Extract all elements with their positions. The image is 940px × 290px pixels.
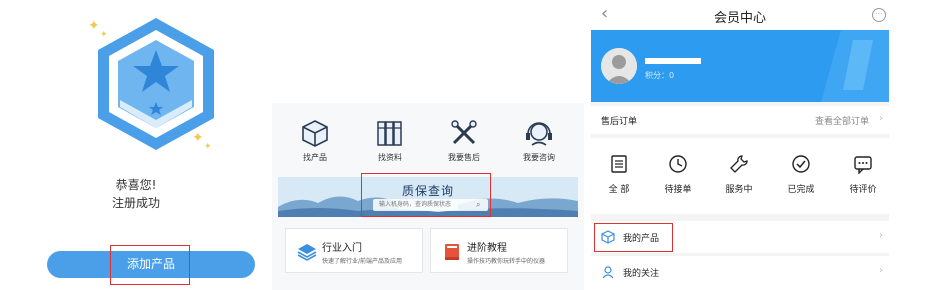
card-title: 行业入门 (322, 243, 362, 254)
chevron-right-icon: › (879, 113, 883, 124)
category-find-docs[interactable]: 找资料 (359, 118, 421, 163)
highlight-box (594, 223, 673, 252)
points-label: 积分：0 (645, 71, 675, 80)
chevron-right-icon: › (879, 230, 883, 241)
layers-icon (297, 244, 317, 261)
user-avatar-icon (601, 48, 637, 84)
check-circle-icon (792, 155, 810, 173)
orders-label: 售后订单 (601, 117, 638, 127)
card-subtitle: 操作技巧教你玩转手中的仪器 (467, 258, 546, 265)
status-label: 全 部 (608, 185, 630, 195)
category-label: 找资料 (378, 153, 402, 162)
registration-success-screen: ✦ ✦ ✦ ✦ 恭喜您! 注册成功 添加产品 (0, 0, 272, 290)
clock-icon (669, 155, 687, 173)
card-title: 进阶教程 (467, 243, 507, 254)
highlight-box (361, 173, 491, 217)
home-screen: 找产品 找资料 我要售后 我要咨询 质保查询 输入机身码，查询质保状态 ⌕ 行业… (272, 0, 584, 290)
category-label: 我要咨询 (523, 153, 555, 162)
sparkle-icon: ✦ (204, 142, 212, 152)
member-center-screen: ‹ 会员中心 ··· 积分：0 售后订单 查看全部订单 › 全 部 待接单 服务… (591, 0, 889, 290)
book-icon (445, 244, 459, 260)
tools-icon (451, 120, 477, 145)
avatar[interactable] (601, 48, 637, 84)
chevron-right-icon: › (879, 265, 883, 276)
headset-icon (526, 122, 552, 146)
list-icon (611, 155, 627, 173)
nav-bar: ‹ 会员中心 ··· (591, 0, 889, 30)
status-label: 待评价 (849, 185, 877, 195)
category-find-product[interactable]: 找产品 (284, 118, 346, 163)
category-label: 找产品 (303, 153, 327, 162)
comment-icon (854, 156, 872, 174)
sparkle-icon: ✦ (192, 130, 204, 146)
status-in-service[interactable]: 服务中 (709, 154, 769, 195)
username-redacted (645, 58, 701, 64)
card-industry-intro[interactable]: 行业入门 快速了解行业/前端产品及应用 (285, 228, 423, 273)
congrats-line-1: 恭喜您! (115, 178, 157, 192)
status-label: 已完成 (787, 185, 815, 195)
after-sales-orders-row[interactable]: 售后订单 查看全部订单 › (591, 106, 889, 134)
category-label: 我要售后 (448, 153, 480, 162)
view-all-orders-link[interactable]: 查看全部订单 (815, 114, 869, 127)
category-consult[interactable]: 我要咨询 (508, 118, 570, 163)
my-follows-label: 我的关注 (623, 269, 660, 279)
wrench-icon (730, 155, 748, 173)
profile-header: 积分：0 (591, 30, 889, 102)
status-to-review[interactable]: 待评价 (833, 154, 889, 195)
cube-icon (302, 120, 328, 147)
success-message: 恭喜您! 注册成功 (0, 176, 272, 212)
status-pending[interactable]: 待接单 (648, 154, 708, 195)
sparkle-icon: ✦ (88, 18, 100, 34)
congrats-line-2: 注册成功 (111, 196, 160, 210)
more-options-icon[interactable]: ··· (872, 8, 886, 22)
page-title: 会员中心 (713, 11, 766, 26)
status-label: 待接单 (664, 185, 692, 195)
highlight-box (110, 245, 190, 285)
card-subtitle: 快速了解行业/前端产品及应用 (322, 258, 403, 265)
sparkle-icon: ✦ (100, 30, 108, 40)
category-after-sales[interactable]: 我要售后 (433, 118, 495, 163)
status-all[interactable]: 全 部 (591, 154, 649, 195)
books-icon (377, 121, 402, 146)
status-label: 服务中 (725, 185, 753, 195)
user-follow-icon (602, 266, 614, 279)
card-advanced-tutorial[interactable]: 进阶教程 操作技巧教你玩转手中的仪器 (430, 228, 568, 273)
status-completed[interactable]: 已完成 (771, 154, 831, 195)
my-follows-row[interactable]: 我的关注 › (591, 256, 889, 290)
